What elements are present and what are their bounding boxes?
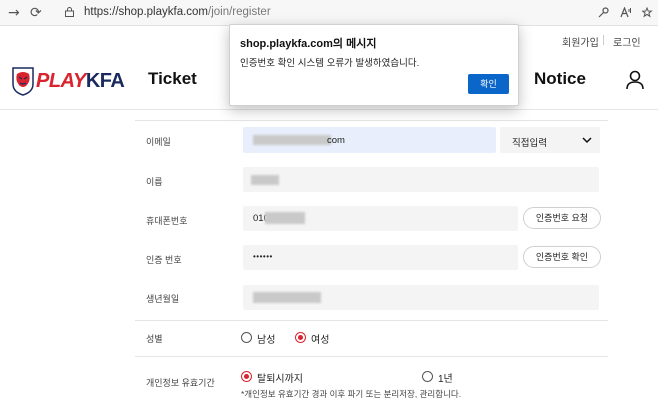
email-label: 이메일 [146,137,171,147]
row-divider [135,120,608,121]
dialog-ok-button[interactable]: 확인 [468,74,509,94]
menu-ticket[interactable]: Ticket [148,69,197,89]
alert-dialog: shop.playkfa.com의 메시지 인증번호 확인 시스템 오류가 발생… [229,24,519,106]
phone-field[interactable]: 010 [243,206,518,231]
retention-until-withdrawal-label: 탈퇴시까지 [257,374,303,385]
redacted-phone [265,212,305,224]
browser-toolbar: → ⟳ https://shop.playkfa.com/join/regist… [0,0,658,26]
auth-code-field[interactable]: •••••• [243,245,518,270]
name-label: 이름 [146,177,163,187]
reload-icon[interactable]: ⟳ [30,5,42,21]
gender-female-label: 여성 [311,335,330,346]
gender-male-radio[interactable] [241,332,252,343]
phone-label: 휴대폰번호 [146,216,188,226]
util-divider [603,35,604,45]
email-domain-select[interactable]: 직접입력 [500,127,600,153]
key-icon[interactable] [598,7,609,18]
email-domain-value: 직접입력 [512,138,547,149]
retention-one-year-radio[interactable] [422,371,433,382]
retention-one-year-label: 1년 [438,374,453,385]
redacted-name [251,175,279,185]
dialog-message: 인증번호 확인 시스템 오류가 발생하였습니다. [240,58,420,69]
menu-notice[interactable]: Notice [534,69,586,89]
email-suffix: com [327,135,345,146]
signup-link[interactable]: 회원가입 [562,34,599,49]
email-field[interactable]: com [243,127,496,153]
retention-note: *개인정보 유효기간 경과 이후 파기 또는 분리저장, 관리합니다. [241,389,462,399]
retention-until-withdrawal-radio[interactable] [241,371,252,382]
confirm-code-button[interactable]: 인증번호 확인 [523,246,601,268]
logo-kfa: KFA [85,70,125,92]
chevron-down-icon [582,137,592,144]
dialog-title: shop.playkfa.com의 메시지 [240,38,377,50]
url-host: https://shop.playkfa.com [84,6,209,18]
login-link[interactable]: 로그인 [613,34,641,49]
redacted-email-local [253,135,331,145]
auth-code-label: 인증 번호 [146,255,182,265]
gender-label: 성별 [146,334,163,344]
back-icon[interactable]: → [8,5,20,21]
name-field[interactable] [243,167,599,192]
birth-label: 생년월일 [146,294,180,304]
address-bar[interactable]: https://shop.playkfa.com/join/register [84,6,271,18]
url-path: /join/register [208,6,271,18]
retention-label: 개인정보 유효기간 [146,378,215,388]
site-logo[interactable]: PLAYKFA [36,70,125,93]
birthdate-field[interactable] [243,285,599,310]
redacted-birthdate [253,292,321,303]
auth-code-value: •••••• [253,252,273,261]
request-code-button[interactable]: 인증번호 요청 [523,207,601,229]
row-divider [135,320,608,321]
favorites-icon[interactable] [642,7,654,18]
kfa-tiger-logo-icon[interactable] [10,66,36,96]
logo-play: PLAY [36,70,86,92]
user-icon[interactable] [625,70,645,90]
gender-male-label: 남성 [257,335,276,346]
row-divider [135,356,608,357]
read-aloud-icon[interactable] [620,7,632,18]
gender-female-radio[interactable] [295,332,306,343]
lock-icon [65,7,74,17]
